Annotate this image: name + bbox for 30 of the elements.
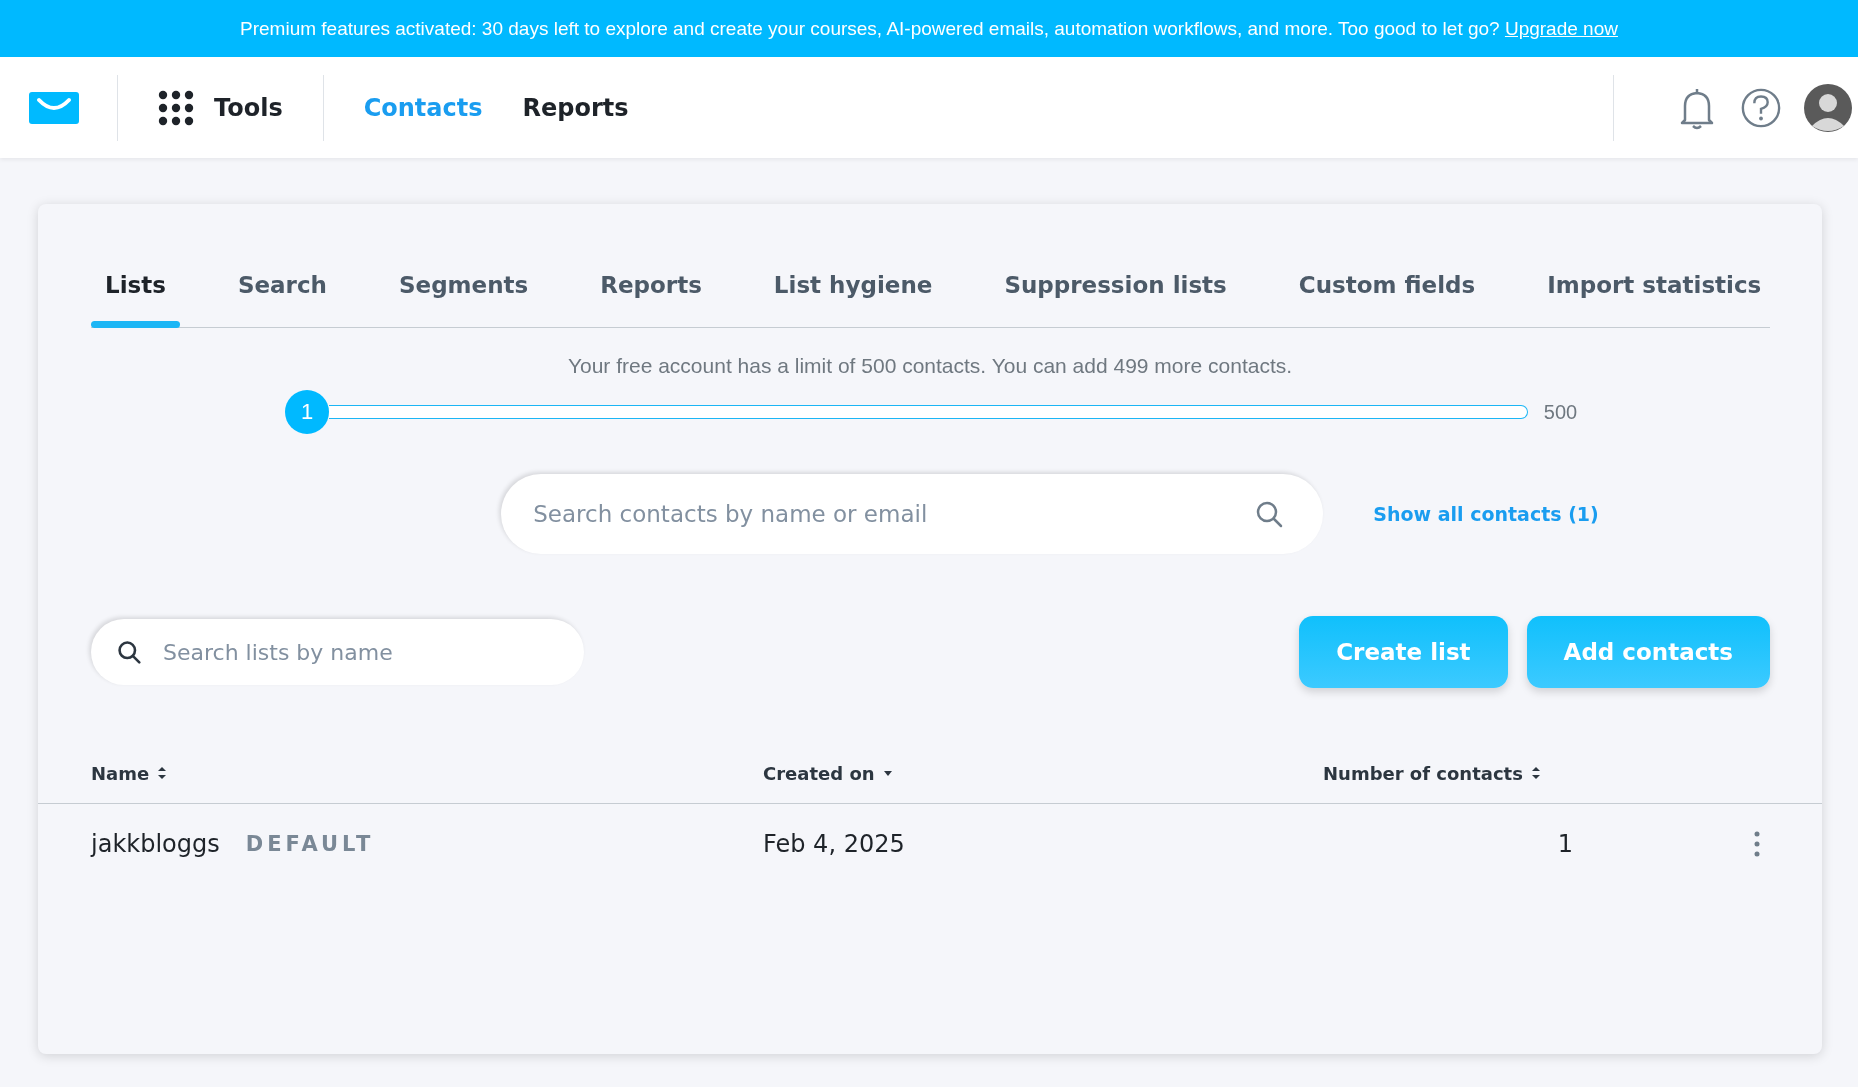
apps-grid-icon <box>158 89 194 126</box>
promo-message: Premium features activated: 30 days left to explore and create your courses, AI-powered emails, automation workflows, and more. Too good to let go? Upgrade now <box>240 17 1618 40</box>
created-date: Feb 4, 2025 <box>763 830 906 858</box>
tab[interactable]: Suppression lists <box>990 262 1241 328</box>
progress-thumb: 1 <box>285 390 330 434</box>
contact-search-field[interactable]: Search contacts by name or email <box>501 474 1324 554</box>
sort-arrows-icon[interactable] <box>157 766 168 780</box>
default-label: DEFAULT <box>245 832 375 856</box>
search-icon <box>1255 500 1284 528</box>
contact-count: 1 <box>1556 830 1573 858</box>
column-header[interactable]: Created on <box>763 762 875 784</box>
tools-menu-button[interactable]: Tools <box>158 89 283 126</box>
more-options-icon[interactable] <box>1754 831 1760 857</box>
column-header[interactable]: Number of contacts <box>1323 762 1523 784</box>
tab[interactable]: Custom fields <box>1284 262 1490 328</box>
tab[interactable]: List hygiene <box>759 262 947 328</box>
column-header[interactable]: Name <box>91 762 150 784</box>
tab[interactable]: Lists <box>91 262 180 328</box>
tab[interactable]: Search <box>223 262 341 328</box>
limit-max: 500 <box>1543 400 1578 424</box>
list-search-field[interactable]: Search lists by name <box>91 619 584 685</box>
limit-message: Your free account has a limit of 500 contacts. You can add 499 more contacts. <box>566 354 1294 378</box>
sort-arrows-icon[interactable] <box>1530 766 1541 780</box>
list-name[interactable]: jakkbloggs <box>91 830 220 858</box>
tab[interactable]: Import statistics <box>1533 262 1776 328</box>
tab[interactable]: Segments <box>384 262 543 328</box>
nav-link[interactable]: Reports <box>522 93 629 122</box>
avatar[interactable] <box>1804 83 1852 132</box>
search-icon <box>117 640 141 664</box>
tab[interactable]: Reports <box>586 262 716 328</box>
